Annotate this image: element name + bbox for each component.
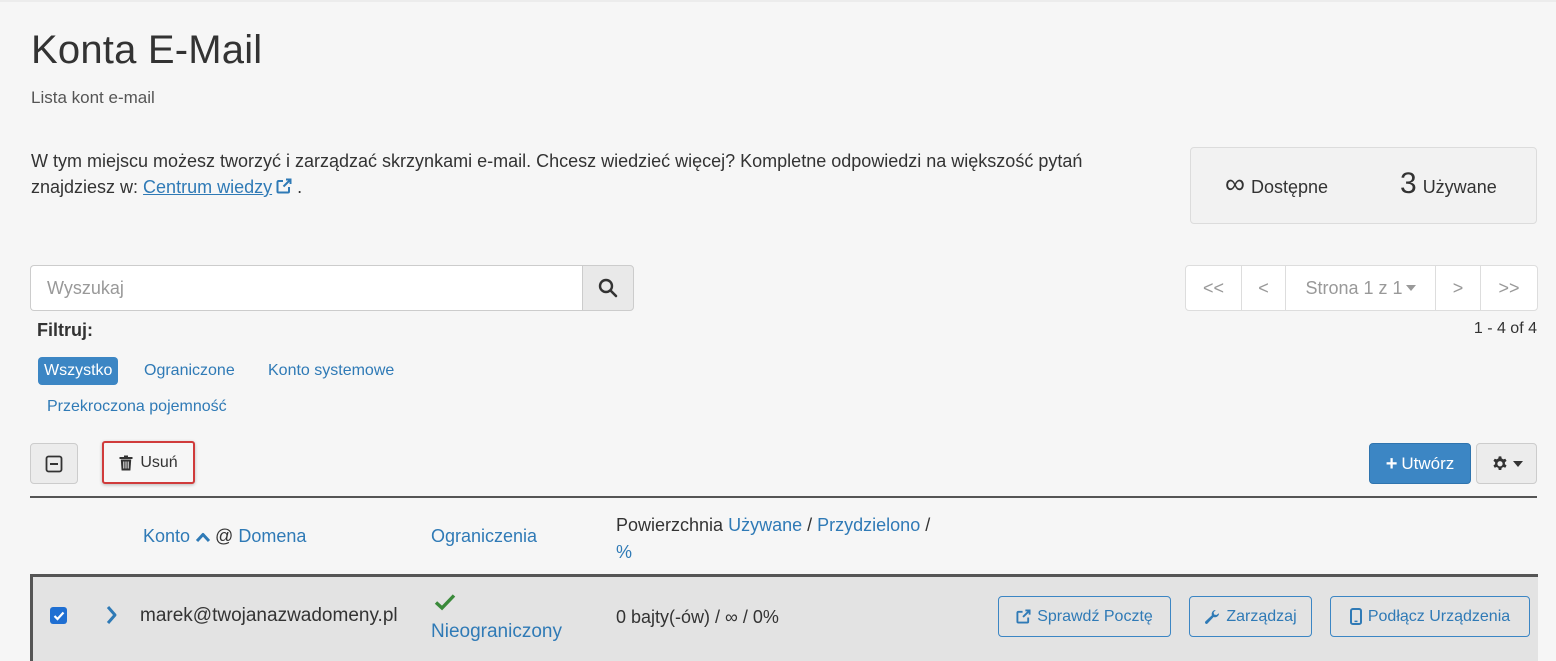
table-top-divider xyxy=(30,496,1537,498)
at-separator: @ xyxy=(215,526,234,546)
chevron-right-icon[interactable] xyxy=(105,604,119,626)
column-header-account: Konto @ Domena xyxy=(143,526,306,547)
trash-icon xyxy=(119,455,133,470)
caret-down-icon xyxy=(1512,460,1523,467)
connect-devices-button[interactable]: Podłącz Urządzenia xyxy=(1330,596,1530,637)
search-icon xyxy=(598,278,618,298)
check-mail-label: Sprawdź Pocztę xyxy=(1037,607,1153,625)
page-subtitle: Lista kont e-mail xyxy=(31,88,155,107)
filter-system-account[interactable]: Konto systemowe xyxy=(262,357,400,385)
external-link-icon[interactable] xyxy=(276,178,292,194)
column-header-space: Powierzchnia Używane / Przydzielono / % xyxy=(616,512,976,566)
pagination-page-select[interactable]: Strona 1 z 1 xyxy=(1286,266,1436,310)
minus-square-icon xyxy=(45,455,63,472)
checkmark-icon xyxy=(53,611,64,621)
pagination-last-button[interactable]: >> xyxy=(1481,266,1537,310)
mobile-phone-icon xyxy=(1349,608,1362,625)
settings-dropdown-button[interactable] xyxy=(1476,443,1537,484)
check-mail-button[interactable]: Sprawdź Pocztę xyxy=(998,596,1171,637)
intro-suffix: . xyxy=(297,177,303,197)
intro-text: W tym miejscu możesz tworzyć i zarządzać… xyxy=(31,148,1141,200)
sort-allocated-link[interactable]: Przydzielono xyxy=(817,515,920,535)
stat-used: 3 Używane xyxy=(1400,168,1497,200)
sort-used-link[interactable]: Używane xyxy=(728,515,802,535)
delete-label: Usuń xyxy=(140,453,178,471)
available-value: ∞ xyxy=(1225,168,1245,199)
search-bar xyxy=(30,265,634,311)
space-label: Powierzchnia xyxy=(616,515,724,535)
used-label: Używane xyxy=(1422,177,1497,197)
page-indicator: Strona 1 z 1 xyxy=(1305,277,1403,298)
page-title: Konta E-Mail xyxy=(31,28,263,72)
filter-over-quota[interactable]: Przekroczona pojemność xyxy=(41,393,233,421)
gear-icon xyxy=(1492,455,1507,470)
create-button[interactable]: + Utwórz xyxy=(1369,443,1471,484)
select-all-toggle[interactable] xyxy=(30,443,78,484)
wrench-icon xyxy=(1205,609,1220,624)
external-link-icon xyxy=(1016,609,1031,624)
filter-limited[interactable]: Ograniczone xyxy=(138,357,241,385)
disk-usage: 0 bajty(-ów) / ∞ / 0% xyxy=(616,607,779,627)
sort-account-link[interactable]: Konto xyxy=(143,526,190,547)
stat-available: ∞ Dostępne xyxy=(1225,168,1328,200)
chevron-up-icon[interactable] xyxy=(195,531,211,543)
row-checkbox[interactable] xyxy=(50,607,67,624)
filter-all[interactable]: Wszystko xyxy=(38,357,119,385)
search-button[interactable] xyxy=(582,265,634,311)
check-icon xyxy=(434,594,456,611)
manage-button[interactable]: Zarządzaj xyxy=(1189,596,1312,637)
available-label: Dostępne xyxy=(1250,177,1329,197)
caret-down-icon xyxy=(1405,285,1416,291)
pagination-prev-button[interactable]: < xyxy=(1242,266,1286,310)
space-separator: / xyxy=(807,515,813,535)
pagination-next-button[interactable]: > xyxy=(1436,266,1481,310)
pagination: << < Strona 1 z 1 > >> xyxy=(1185,265,1538,311)
account-email: marek@twojanazwadomeny.pl xyxy=(140,605,398,626)
manage-label: Zarządzaj xyxy=(1226,607,1297,625)
search-input[interactable] xyxy=(30,265,582,311)
filter-label: Filtruj: xyxy=(37,320,93,340)
create-label: Utwórz xyxy=(1401,453,1455,473)
knowledge-center-link[interactable]: Centrum wiedzy xyxy=(143,177,272,197)
top-border xyxy=(0,0,1556,2)
column-header-restrictions[interactable]: Ograniczenia xyxy=(431,526,537,547)
plus-icon: + xyxy=(1385,452,1398,475)
table-row: marek@twojanazwadomeny.pl Nieograniczony… xyxy=(30,574,1538,661)
space-separator: / xyxy=(925,515,931,535)
used-value: 3 xyxy=(1400,167,1417,200)
connect-devices-label: Podłącz Urządzenia xyxy=(1367,607,1511,625)
restriction-status[interactable]: Nieograniczony xyxy=(431,621,562,643)
sort-percent-link[interactable]: % xyxy=(616,542,632,562)
pagination-first-button[interactable]: << xyxy=(1186,266,1242,310)
results-range: 1 - 4 of 4 xyxy=(1473,320,1537,337)
sort-domain-link[interactable]: Domena xyxy=(238,526,306,547)
account-stats: ∞ Dostępne 3 Używane xyxy=(1190,147,1537,224)
delete-button[interactable]: Usuń xyxy=(102,441,195,484)
